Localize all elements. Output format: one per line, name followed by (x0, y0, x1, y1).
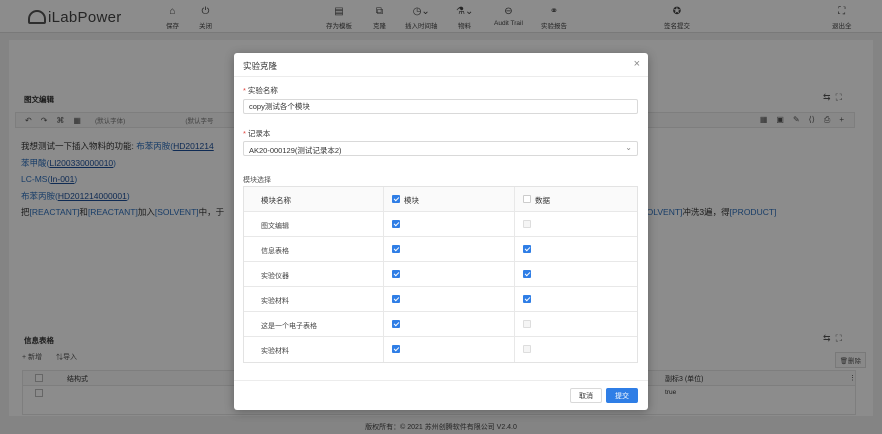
table-row: 图文编辑 (244, 212, 637, 237)
table-row: 实验材料 (244, 287, 637, 312)
dialog-footer: 取消 提交 (234, 380, 648, 410)
module-name: 实验材料 (261, 348, 289, 355)
data-checkbox (523, 345, 531, 353)
module-name: 实验材料 (261, 298, 289, 305)
data-checkbox (523, 320, 531, 328)
required-mark: * (243, 86, 246, 95)
module-checkbox[interactable] (392, 220, 400, 228)
chevron-down-icon: ⌄ (625, 143, 632, 152)
table-row: 这是一个电子表格 (244, 312, 637, 337)
module-name: 图文编辑 (261, 223, 289, 230)
required-mark: * (243, 129, 246, 138)
table-row: 信息表格 (244, 237, 637, 262)
experiment-name-label: * 实验名称 (243, 86, 278, 95)
module-name: 实验仪器 (261, 273, 289, 280)
module-name: 这是一个电子表格 (261, 323, 317, 330)
dialog-title: 实验克隆 (243, 61, 278, 71)
clone-experiment-dialog: 实验克隆 × *实验名称 *记录本 AK20-000129(测试记录本2) ⌄ … (234, 53, 648, 410)
module-checkbox[interactable] (392, 245, 400, 253)
module-all-checkbox[interactable] (392, 195, 400, 203)
module-table-header: 模块名称 模块 数据 (244, 187, 637, 212)
data-checkbox[interactable] (523, 245, 531, 253)
module-name: 信息表格 (261, 248, 289, 255)
submit-button[interactable]: 提交 (606, 388, 638, 403)
dialog-header: 实验克隆 × (234, 53, 648, 77)
data-all-checkbox[interactable] (523, 195, 531, 203)
data-checkbox[interactable] (523, 295, 531, 303)
notebook-label: * 记录本 (243, 129, 271, 138)
close-icon[interactable]: × (634, 58, 640, 70)
module-checkbox[interactable] (392, 320, 400, 328)
data-checkbox (523, 220, 531, 228)
module-checkbox[interactable] (392, 295, 400, 303)
module-checkbox[interactable] (392, 270, 400, 278)
cancel-button[interactable]: 取消 (570, 388, 602, 403)
experiment-name-input[interactable] (243, 99, 638, 114)
table-row: 实验材料 (244, 337, 637, 362)
notebook-select[interactable]: AK20-000129(测试记录本2) ⌄ (243, 141, 638, 156)
table-row: 实验仪器 (244, 262, 637, 287)
data-checkbox[interactable] (523, 270, 531, 278)
module-table: 模块名称 模块 数据 图文编辑 信息表格 实验仪器 实验材料 这是一个电子表格 实验材料 (243, 186, 638, 363)
module-checkbox[interactable] (392, 345, 400, 353)
module-select-label: 模块选择 (243, 177, 271, 184)
